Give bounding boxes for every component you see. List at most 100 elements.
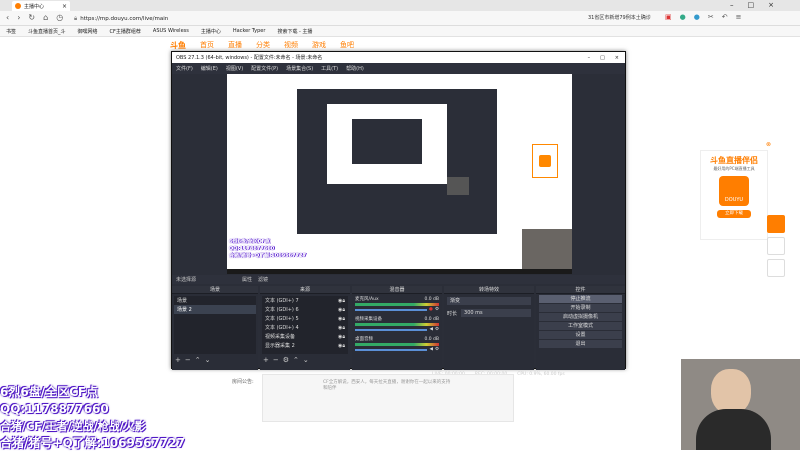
room-notice-box[interactable]: CF全方解说，西安人，每天拉天直播，谢谢你在一起以来的支持和陪伴 xyxy=(262,374,514,422)
lock-toggle-icon[interactable]: 🔒︎ xyxy=(342,325,345,331)
close-ad-icon[interactable]: ⊗ xyxy=(766,141,771,148)
lock-toggle-icon[interactable]: 🔒︎ xyxy=(342,298,345,304)
channel-gear-icon[interactable]: ⚙ xyxy=(435,307,439,312)
bookmark-item[interactable]: 主播中心 xyxy=(201,28,221,35)
scene-controls: +−⌃⌄ xyxy=(172,356,258,364)
forward-icon[interactable]: › xyxy=(17,13,20,22)
bookmark-item[interactable]: Hacker Typer xyxy=(233,28,266,34)
bookmark-item[interactable]: CF主播群组荐 xyxy=(110,28,141,35)
start-recording-button[interactable]: 开始录制 xyxy=(539,304,622,312)
menu-file[interactable]: 文件(F) xyxy=(176,65,193,72)
home-side-icon[interactable] xyxy=(767,237,785,255)
bookmark-item[interactable]: ASUS Wireless xyxy=(153,28,189,34)
obs-minimize-icon[interactable]: – xyxy=(588,55,591,61)
mute-icon[interactable]: ● xyxy=(429,307,433,312)
source-item[interactable]: 视频采集设备 ◉ 🔒︎ xyxy=(262,332,348,341)
properties-button[interactable]: 属性 xyxy=(242,276,252,283)
duration-input[interactable]: 300 ms xyxy=(461,309,531,317)
history-icon[interactable]: ◷ xyxy=(56,13,63,22)
app-side-icon[interactable] xyxy=(767,259,785,277)
stop-streaming-button[interactable]: 停止推流 xyxy=(539,295,622,303)
source-item[interactable]: 文本 (GDI+) 7 ◉ 🔒︎ xyxy=(262,296,348,305)
bookmark-item[interactable]: 斗鱼直播首页_斗 xyxy=(28,28,66,35)
menu-tools[interactable]: 工具(T) xyxy=(321,65,338,72)
volume-slider[interactable] xyxy=(355,328,428,331)
channel-db: 0.0 dB xyxy=(424,336,439,342)
cut-icon[interactable]: ✂ xyxy=(708,13,714,21)
speaker-icon[interactable]: ◀ xyxy=(429,327,432,332)
move-down-icon[interactable]: ⌄ xyxy=(205,356,215,364)
move-down-icon[interactable]: ⌄ xyxy=(303,356,313,364)
menu-scene-collection[interactable]: 场景集合(S) xyxy=(286,65,313,72)
bookmark-item[interactable]: 搜索下载 - 主播 xyxy=(277,28,312,35)
volume-slider[interactable] xyxy=(355,308,428,311)
obs-close-icon[interactable]: × xyxy=(615,55,619,61)
exit-button[interactable]: 退出 xyxy=(539,340,622,348)
lock-toggle-icon[interactable]: 🔒︎ xyxy=(342,343,345,349)
close-window-icon[interactable]: × xyxy=(768,1,774,9)
transition-select[interactable]: 渐变 xyxy=(447,297,531,305)
gear-icon[interactable]: ⚙ xyxy=(283,356,293,364)
add-source-icon[interactable]: + xyxy=(263,356,273,364)
source-item[interactable]: 文本 (GDI+) 4 ◉ 🔒︎ xyxy=(262,323,348,332)
window-controls: – □ × xyxy=(730,1,774,9)
globe-icon[interactable]: ● xyxy=(694,13,700,21)
lock-toggle-icon[interactable]: 🔒︎ xyxy=(342,316,345,322)
preview-overlay-line: 6烈6盘/全区CF点 xyxy=(229,239,270,245)
tab-close-icon[interactable]: × xyxy=(62,3,67,10)
obs-preview[interactable]: 6烈6盘/全区CF点 QQ:1178877660 合猪/猪号+Q了解:10695… xyxy=(227,74,572,274)
home-icon[interactable]: ⌂ xyxy=(43,13,48,22)
nav-game[interactable]: 游戏 xyxy=(312,40,326,50)
settings-button[interactable]: 设置 xyxy=(539,331,622,339)
add-scene-icon[interactable]: + xyxy=(175,356,185,364)
play-icon[interactable] xyxy=(767,215,785,233)
move-up-icon[interactable]: ⌃ xyxy=(195,356,205,364)
speaker-icon[interactable]: ◀ xyxy=(429,347,432,352)
filters-button[interactable]: 滤镜 xyxy=(258,276,268,283)
nav-live[interactable]: 直播 xyxy=(228,40,242,50)
bookmark-item[interactable]: 书签 xyxy=(6,28,16,35)
nav-fishbar[interactable]: 鱼吧 xyxy=(340,40,354,50)
remove-source-icon[interactable]: − xyxy=(273,356,283,364)
volume-slider[interactable] xyxy=(355,348,428,351)
menu-edit[interactable]: 编辑(E) xyxy=(201,65,218,72)
channel-gear-icon[interactable]: ⚙ xyxy=(435,327,439,332)
remove-scene-icon[interactable]: − xyxy=(185,356,195,364)
lock-toggle-icon[interactable]: 🔒︎ xyxy=(342,334,345,340)
menu-icon[interactable]: ≡ xyxy=(736,13,742,21)
lock-toggle-icon[interactable]: 🔒︎ xyxy=(342,307,345,313)
extension-icon[interactable]: ▣ xyxy=(665,13,672,21)
scene-item-selected[interactable]: 场景 2 xyxy=(174,305,256,314)
move-up-icon[interactable]: ⌃ xyxy=(293,356,303,364)
nav-home[interactable]: 首页 xyxy=(200,40,214,50)
browser-tab[interactable]: 主播中心 × xyxy=(12,1,70,11)
minimize-icon[interactable]: – xyxy=(730,1,734,9)
back-icon[interactable]: ‹ xyxy=(6,13,9,22)
source-item[interactable]: 文本 (GDI+) 6 ◉ 🔒︎ xyxy=(262,305,348,314)
undo-icon[interactable]: ↶ xyxy=(722,13,728,21)
nav-category[interactable]: 分类 xyxy=(256,40,270,50)
shield-icon[interactable]: ● xyxy=(680,13,686,21)
bookmark-item[interactable]: 御嘿网络 xyxy=(78,28,98,35)
mixer-channels: 麦克风/Aux 0.0 dB ● ⚙ 视频采集设备 0.0 dB ◀ ⚙ 桌面音频 0.0… xyxy=(352,294,442,354)
source-controls: +−⚙⌃⌄ xyxy=(260,356,350,364)
live-companion-ad[interactable]: 斗鱼直播伴侣 最好用的PC端直播工具 DOUYU 立即下载 xyxy=(700,150,768,240)
source-item[interactable]: 显示器采集 2 ◉ 🔒︎ xyxy=(262,341,348,350)
scene-item[interactable]: 场景 xyxy=(174,296,256,305)
download-button[interactable]: 立即下载 xyxy=(717,210,751,218)
source-name: 视频采集设备 xyxy=(265,334,296,340)
studio-mode-button[interactable]: 工作室模式 xyxy=(539,322,622,330)
menu-view[interactable]: 视图(V) xyxy=(226,65,243,72)
news-ticker[interactable]: 31省区市新增79例本土确诊 xyxy=(588,14,651,21)
address-bar[interactable]: 🔒︎ https://mp.douyu.com/live/main xyxy=(74,13,594,24)
channel-gear-icon[interactable]: ⚙ xyxy=(435,347,439,352)
maximize-icon[interactable]: □ xyxy=(748,1,755,9)
nested-preview-inner xyxy=(352,119,422,164)
nav-video[interactable]: 视频 xyxy=(284,40,298,50)
source-item[interactable]: 文本 (GDI+) 5 ◉ 🔒︎ xyxy=(262,314,348,323)
menu-help[interactable]: 帮助(H) xyxy=(346,65,364,72)
menu-profile[interactable]: 配置文件(P) xyxy=(251,65,278,72)
virtual-camera-button[interactable]: 启动虚拟摄像机 xyxy=(539,313,622,321)
obs-maximize-icon[interactable]: □ xyxy=(600,55,605,61)
reload-icon[interactable]: ↻ xyxy=(28,13,35,22)
